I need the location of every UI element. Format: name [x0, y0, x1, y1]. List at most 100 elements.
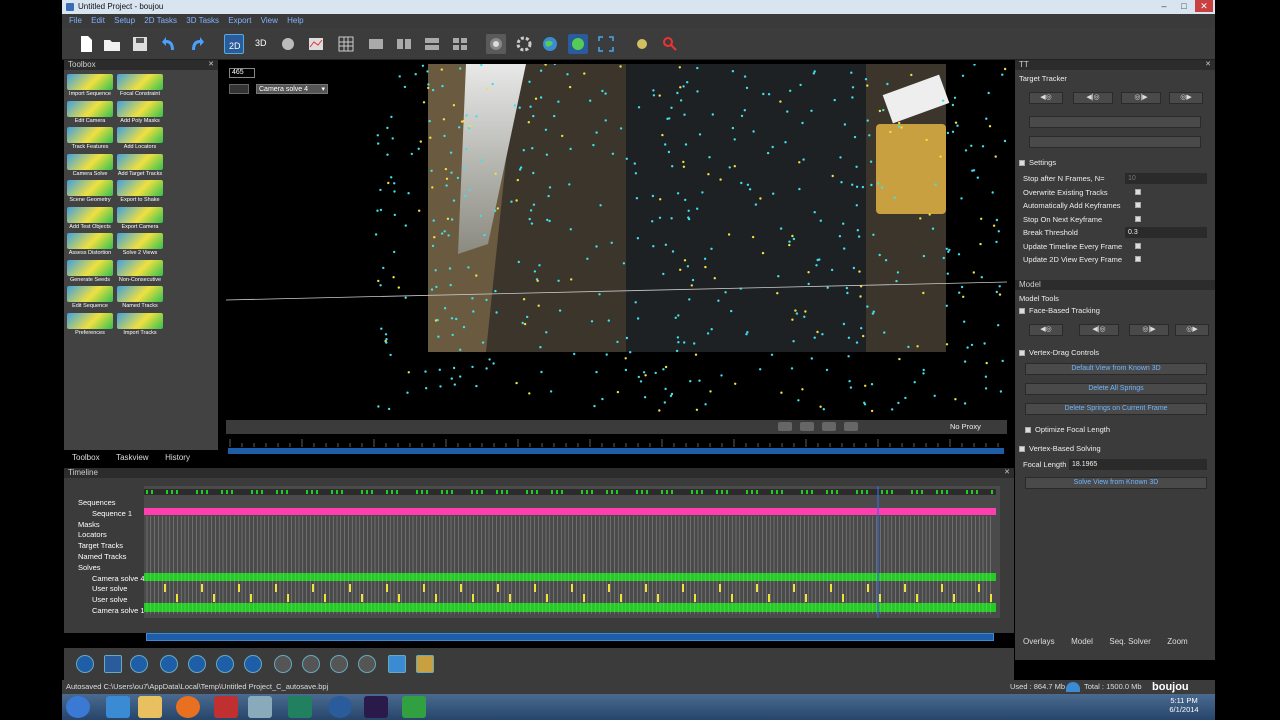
setting-field[interactable]: 10: [1125, 173, 1207, 184]
lock-icon[interactable]: [822, 422, 836, 431]
optimize-focal-length[interactable]: Optimize Focal Length: [1025, 425, 1110, 434]
close-button[interactable]: ✕: [1195, 0, 1213, 12]
setting-checkbox[interactable]: [1135, 242, 1141, 249]
tab-zoom[interactable]: Zoom: [1167, 637, 1187, 646]
delete-springs-button[interactable]: Delete All Springs: [1025, 383, 1207, 395]
optimize-focal-checkbox[interactable]: [1025, 427, 1031, 434]
setting-checkbox[interactable]: [1135, 202, 1141, 208]
menu-edit[interactable]: Edit: [91, 16, 105, 25]
camera-icon[interactable]: [486, 34, 506, 54]
track-back-button[interactable]: ◀◎: [1029, 92, 1063, 104]
menu-file[interactable]: File: [69, 16, 82, 25]
open-folder-icon[interactable]: [102, 34, 122, 54]
tool-preferences[interactable]: Preferences: [66, 312, 114, 338]
tree-item[interactable]: Target Tracks: [78, 541, 123, 550]
track-forward-button[interactable]: ◎▶: [1169, 92, 1203, 104]
maximize-button[interactable]: □: [1175, 0, 1193, 12]
face-based-tracking[interactable]: Face-Based Tracking: [1019, 306, 1100, 315]
close-icon[interactable]: ✕: [1205, 60, 1211, 70]
tool-export-camera[interactable]: Export Camera: [116, 206, 164, 232]
tool-scene-geometry[interactable]: Scene Geometry: [66, 180, 114, 205]
close-icon[interactable]: ✕: [1004, 468, 1010, 478]
save-icon[interactable]: [130, 34, 150, 54]
tool-edit-sequence[interactable]: Edit Sequence: [66, 286, 114, 311]
tree-item[interactable]: Locators: [78, 530, 107, 539]
proxy-label[interactable]: No Proxy: [950, 422, 981, 431]
tree-item[interactable]: Sequences: [78, 498, 116, 507]
next-key-icon[interactable]: [244, 655, 262, 673]
media-player-icon[interactable]: [176, 696, 200, 718]
wizard-icon[interactable]: [632, 34, 652, 54]
tool-export-to-shake[interactable]: Export to Shake: [116, 180, 164, 205]
split-horizontal-icon[interactable]: [422, 34, 442, 54]
zoom-out-icon[interactable]: [274, 655, 292, 673]
tool-add-poly-masks[interactable]: Add Poly Masks: [116, 100, 164, 126]
setting-checkbox[interactable]: [1135, 256, 1141, 262]
face-forward-button[interactable]: ◎▶: [1175, 324, 1209, 336]
tree-item[interactable]: Masks: [78, 520, 100, 529]
vertex-drag-controls[interactable]: Vertex-Drag Controls: [1019, 348, 1099, 357]
settings-section[interactable]: Settings: [1019, 158, 1056, 167]
app-icon-1[interactable]: [214, 696, 238, 718]
solve-view-button[interactable]: Solve View from Known 3D: [1025, 477, 1207, 489]
stop-icon[interactable]: [800, 422, 814, 431]
timeline-scrollbar[interactable]: [146, 633, 994, 641]
app-icon-4[interactable]: [328, 696, 352, 718]
menu-help[interactable]: Help: [287, 16, 303, 25]
tab-taskview[interactable]: Taskview: [116, 453, 148, 462]
network-icon[interactable]: [568, 34, 588, 54]
single-view-icon[interactable]: [366, 34, 386, 54]
tree-item[interactable]: Camera solve 4: [92, 574, 145, 583]
stop-icon[interactable]: [104, 655, 122, 673]
vertex-drag-checkbox[interactable]: [1019, 350, 1025, 357]
tool-named-tracks[interactable]: Named Tracks: [116, 286, 164, 311]
face-back-button[interactable]: ◀◎: [1029, 324, 1063, 336]
clear-icon[interactable]: [844, 422, 858, 431]
tree-item[interactable]: Sequence 1: [92, 509, 132, 518]
app-icon-5[interactable]: [402, 696, 426, 718]
face-based-checkbox[interactable]: [1019, 308, 1025, 315]
tab-model[interactable]: Model: [1071, 637, 1093, 646]
internet-explorer-icon[interactable]: [106, 696, 130, 718]
tool-import-tracks[interactable]: Import Tracks: [116, 312, 164, 338]
app-icon-3[interactable]: [288, 696, 312, 718]
view-3d-icon[interactable]: 3D: [252, 34, 272, 54]
view-2d-icon[interactable]: 2D: [224, 34, 244, 54]
zoom-in-icon[interactable]: [302, 655, 320, 673]
tab-seq-solver[interactable]: Seq. Solver: [1109, 637, 1150, 646]
redo-icon[interactable]: [186, 34, 206, 54]
tool-edit-camera[interactable]: Edit Camera: [66, 100, 114, 126]
collapse-checkbox[interactable]: [1019, 160, 1025, 167]
menu-view[interactable]: View: [261, 16, 278, 25]
minimize-button[interactable]: –: [1155, 0, 1173, 12]
tool-non-consecutive[interactable]: Non-Consecutive: [116, 259, 164, 285]
clock[interactable]: 5:11 PM 6/1/2014: [1162, 696, 1206, 714]
quad-view-icon[interactable]: [450, 34, 470, 54]
orthographic-view-icon[interactable]: [278, 34, 298, 54]
default-view-button[interactable]: Default View from Known 3D: [1025, 363, 1207, 375]
tool-solve-2-views[interactable]: Solve 2 Views: [116, 233, 164, 258]
tree-item[interactable]: Named Tracks: [78, 552, 126, 561]
vertex-solving-checkbox[interactable]: [1019, 446, 1025, 453]
track-forward-frame-button[interactable]: ◎|▶: [1121, 92, 1161, 104]
setting-checkbox[interactable]: [1135, 215, 1141, 222]
delete-springs-frame-button[interactable]: Delete Springs on Current Frame: [1025, 403, 1207, 415]
step-back-icon[interactable]: [160, 655, 178, 673]
camera-icon[interactable]: [778, 422, 792, 431]
play-reverse-icon[interactable]: [76, 655, 94, 673]
scrub-bar[interactable]: [226, 437, 1007, 455]
first-frame-icon[interactable]: [330, 655, 348, 673]
previous-key-icon[interactable]: [216, 655, 234, 673]
image-viewport[interactable]: 465 Camera solve 4 ▾: [226, 64, 1007, 416]
setting-field[interactable]: 0.3: [1125, 227, 1207, 238]
tab-overlays[interactable]: Overlays: [1023, 637, 1055, 646]
graph-view-icon[interactable]: [306, 34, 326, 54]
menu-3d-tasks[interactable]: 3D Tasks: [186, 16, 219, 25]
settings-gear-icon[interactable]: [514, 34, 534, 54]
file-explorer-icon[interactable]: [138, 696, 162, 718]
play-icon[interactable]: [130, 655, 148, 673]
step-forward-icon[interactable]: [188, 655, 206, 673]
loop-icon[interactable]: [388, 655, 406, 673]
timeline-tracks[interactable]: [144, 486, 1000, 618]
tool-focal-constraint[interactable]: Focal Constraint: [116, 74, 164, 99]
